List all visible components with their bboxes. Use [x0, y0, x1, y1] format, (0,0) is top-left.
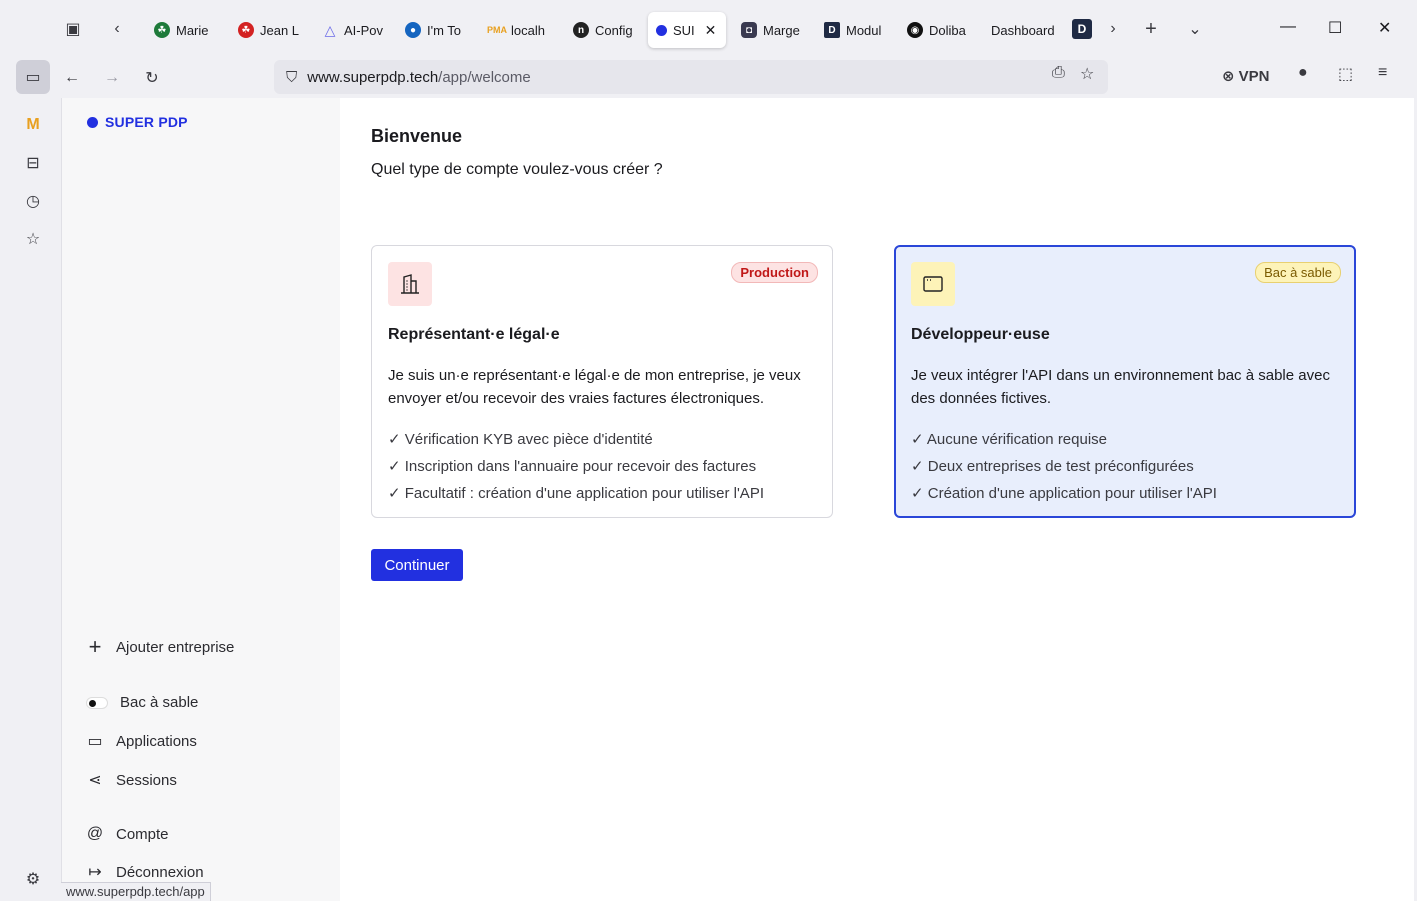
list-item: ✓ Inscription dans l'annuaire pour recev… [388, 458, 757, 475]
new-tab-icon[interactable]: + [1140, 18, 1162, 40]
card-title: Développeur·euse [911, 326, 1050, 343]
browser-sidebar-rail: M ⊟ ◷ ☆ ⚙ [0, 98, 61, 901]
account-link[interactable]: @ Compte [86, 825, 169, 843]
page-subtitle: Quel type de compte voulez-vous créer ? [371, 161, 663, 178]
status-bar-url: www.superpdp.tech/app [61, 882, 211, 901]
browser-nav-bar: ▭ ← → ↻ ⛉ www.superpdp.tech/app/welcome … [0, 58, 1417, 98]
url-host: www.superpdp.tech [307, 68, 439, 86]
tab-favicon-icon: △ [324, 21, 336, 38]
page-content: SUPER PDP + Ajouter entreprise Bac à sab… [61, 98, 1414, 901]
browser-tab[interactable]: Dashboard [983, 12, 1055, 48]
continue-button[interactable]: Continuer [371, 549, 463, 581]
status-badge: Bac à sable [1255, 262, 1341, 283]
url-bar[interactable]: ⛉ www.superpdp.tech/app/welcome [274, 60, 1108, 94]
account-type-card-legal[interactable]: Production Représentant·e légal·e Je sui… [371, 245, 833, 518]
account-type-card-developer[interactable]: Bac à sable Développeur·euse Je veux int… [894, 245, 1356, 518]
card-description: Je veux intégrer l'API dans un environne… [911, 367, 1330, 407]
bookmarks-icon[interactable]: ☆ [22, 228, 44, 250]
tab-favicon-icon: ◘ [741, 22, 757, 38]
tab-favicon-icon: n [573, 22, 589, 38]
bookmark-star-icon[interactable]: ☆ [1080, 64, 1094, 84]
browser-tab[interactable]: PMA localh [481, 12, 559, 48]
pinned-tab-icon[interactable]: D [1072, 19, 1092, 39]
maximize-icon[interactable]: ☐ [1328, 18, 1342, 38]
applications-link[interactable]: ▭ Applications [86, 732, 196, 751]
github-icon: ◉ [907, 22, 923, 38]
app-sidebar: SUPER PDP + Ajouter entreprise Bac à sab… [62, 98, 340, 901]
browser-window-icon [911, 262, 955, 306]
tabs-scroll-left-icon[interactable]: ‹ [106, 18, 128, 40]
reload-icon[interactable]: ↻ [138, 64, 166, 92]
toggle-switch-icon[interactable] [86, 696, 108, 709]
close-window-icon[interactable]: ✕ [1378, 18, 1391, 38]
synced-tabs-icon[interactable]: ⊟ [22, 152, 44, 174]
tab-favicon-icon [656, 24, 667, 36]
brand-dot-icon [87, 116, 98, 128]
sessions-link[interactable]: ⋖ Sessions [86, 771, 177, 790]
browser-tab[interactable]: ☘ Marie [146, 12, 226, 48]
browser-tab[interactable]: ● I'm To [397, 12, 473, 48]
list-item: ✓ Aucune vérification requise [911, 431, 1108, 448]
browser-tab[interactable]: ☘ Jean L [230, 12, 308, 48]
minimize-icon[interactable]: — [1280, 18, 1296, 36]
sandbox-toggle[interactable]: Bac à sable [86, 694, 198, 711]
close-tab-icon[interactable]: ✕ [705, 22, 717, 39]
sidebar-toggle-icon[interactable]: ▭ [16, 60, 50, 94]
card-description: Je suis un·e représentant·e légal·e de m… [388, 367, 801, 407]
shield-icon: ⛉ [286, 68, 298, 86]
browser-tab[interactable]: D Modul [816, 12, 894, 48]
list-item: ✓ Facultatif : création d'une applicatio… [388, 485, 764, 502]
url-path: /app/welcome [438, 68, 531, 86]
settings-gear-icon[interactable]: ⚙ [22, 868, 44, 890]
vpn-button[interactable]: ⊗ VPN [1222, 67, 1269, 86]
logout-icon: ↦ [88, 864, 102, 881]
window-icon: ▭ [87, 733, 103, 750]
add-company-link[interactable]: + Ajouter entreprise [86, 634, 235, 659]
account-icon[interactable]: ● [1298, 64, 1308, 82]
plus-icon: + [88, 634, 102, 659]
browser-tab-active[interactable]: SUI ✕ [648, 12, 726, 48]
feature-list: ✓ Vérification KYB avec pièce d'identité… [388, 426, 764, 507]
browser-tab[interactable]: n Config [565, 12, 641, 48]
list-tabs-icon[interactable]: ⌄ [1184, 18, 1206, 40]
mail-icon[interactable]: M [22, 114, 44, 136]
list-item: ✓ Création d'une application pour utilis… [911, 485, 1217, 502]
brand-logo[interactable]: SUPER PDP [87, 114, 188, 130]
vpn-icon: ⊗ [1222, 68, 1235, 85]
browser-tab[interactable]: △ AI-Pov [314, 12, 390, 48]
extensions-icon[interactable]: ⬚ [1338, 64, 1353, 84]
list-item: ✓ Deux entreprises de test préconfigurée… [911, 458, 1194, 475]
share-nodes-icon: ⋖ [88, 772, 102, 789]
browser-tab[interactable]: ◘ Marge [733, 12, 811, 48]
at-icon: @ [86, 825, 104, 842]
logout-link[interactable]: ↦ Déconnexion [86, 863, 203, 882]
tab-favicon-icon: ● [405, 22, 421, 38]
tab-groups-icon[interactable]: ▣ [62, 18, 84, 40]
history-icon[interactable]: ◷ [22, 190, 44, 212]
page-title: Bienvenue [371, 126, 463, 146]
tab-favicon-icon: PMA [487, 25, 507, 35]
save-page-icon[interactable]: ⎙ [1052, 64, 1065, 82]
card-title: Représentant·e légal·e [388, 326, 560, 343]
status-badge: Production [731, 262, 818, 283]
back-icon[interactable]: ← [58, 64, 86, 92]
feature-list: ✓ Aucune vérification requise ✓ Deux ent… [911, 426, 1217, 507]
tabs-scroll-right-icon[interactable]: › [1102, 18, 1124, 40]
list-item: ✓ Vérification KYB avec pièce d'identité [388, 431, 653, 448]
menu-icon[interactable]: ≡ [1378, 64, 1387, 82]
tab-favicon-icon: D [824, 22, 840, 38]
tab-favicon-icon: ☘ [154, 22, 170, 38]
browser-tab[interactable]: ◉ Doliba [899, 12, 975, 48]
tab-favicon-icon: ☘ [238, 22, 254, 38]
forward-icon[interactable]: → [98, 64, 126, 92]
building-icon [388, 262, 432, 306]
browser-tab-strip: ▣ ‹ ☘ Marie ☘ Jean L △ AI-Pov ● I'm To PMA lo… [0, 0, 1417, 58]
